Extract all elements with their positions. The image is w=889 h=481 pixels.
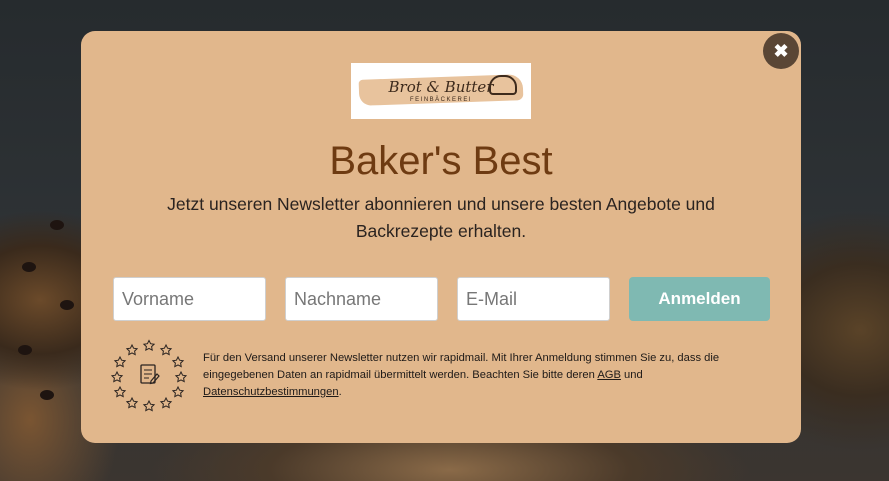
close-icon: ✖ (773, 40, 789, 61)
agb-link[interactable]: AGB (597, 369, 621, 381)
close-button[interactable]: ✖ (763, 33, 799, 69)
last-name-input[interactable] (285, 277, 438, 321)
popup-intro-text: Jetzt unseren Newsletter abonnieren und … (167, 194, 715, 241)
popup-title: Baker's Best (329, 139, 553, 183)
bread-icon (489, 75, 517, 95)
newsletter-popup: Brot & Butter FEINBÄCKEREI Baker's Best … (81, 31, 801, 443)
logo-brand-text: Brot & Butter (388, 78, 494, 96)
brand-logo: Brot & Butter FEINBÄCKEREI (351, 63, 531, 119)
subscribe-button[interactable]: Anmelden (629, 277, 770, 321)
eu-gdpr-seal-icon (111, 339, 187, 412)
logo-tagline: FEINBÄCKEREI (409, 97, 472, 103)
privacy-policy-link[interactable]: Datenschutzbestimmungen (203, 386, 339, 398)
email-input[interactable] (457, 277, 610, 321)
first-name-input[interactable] (113, 277, 266, 321)
consent-text: Für den Versand unserer Newsletter nutze… (203, 352, 720, 398)
